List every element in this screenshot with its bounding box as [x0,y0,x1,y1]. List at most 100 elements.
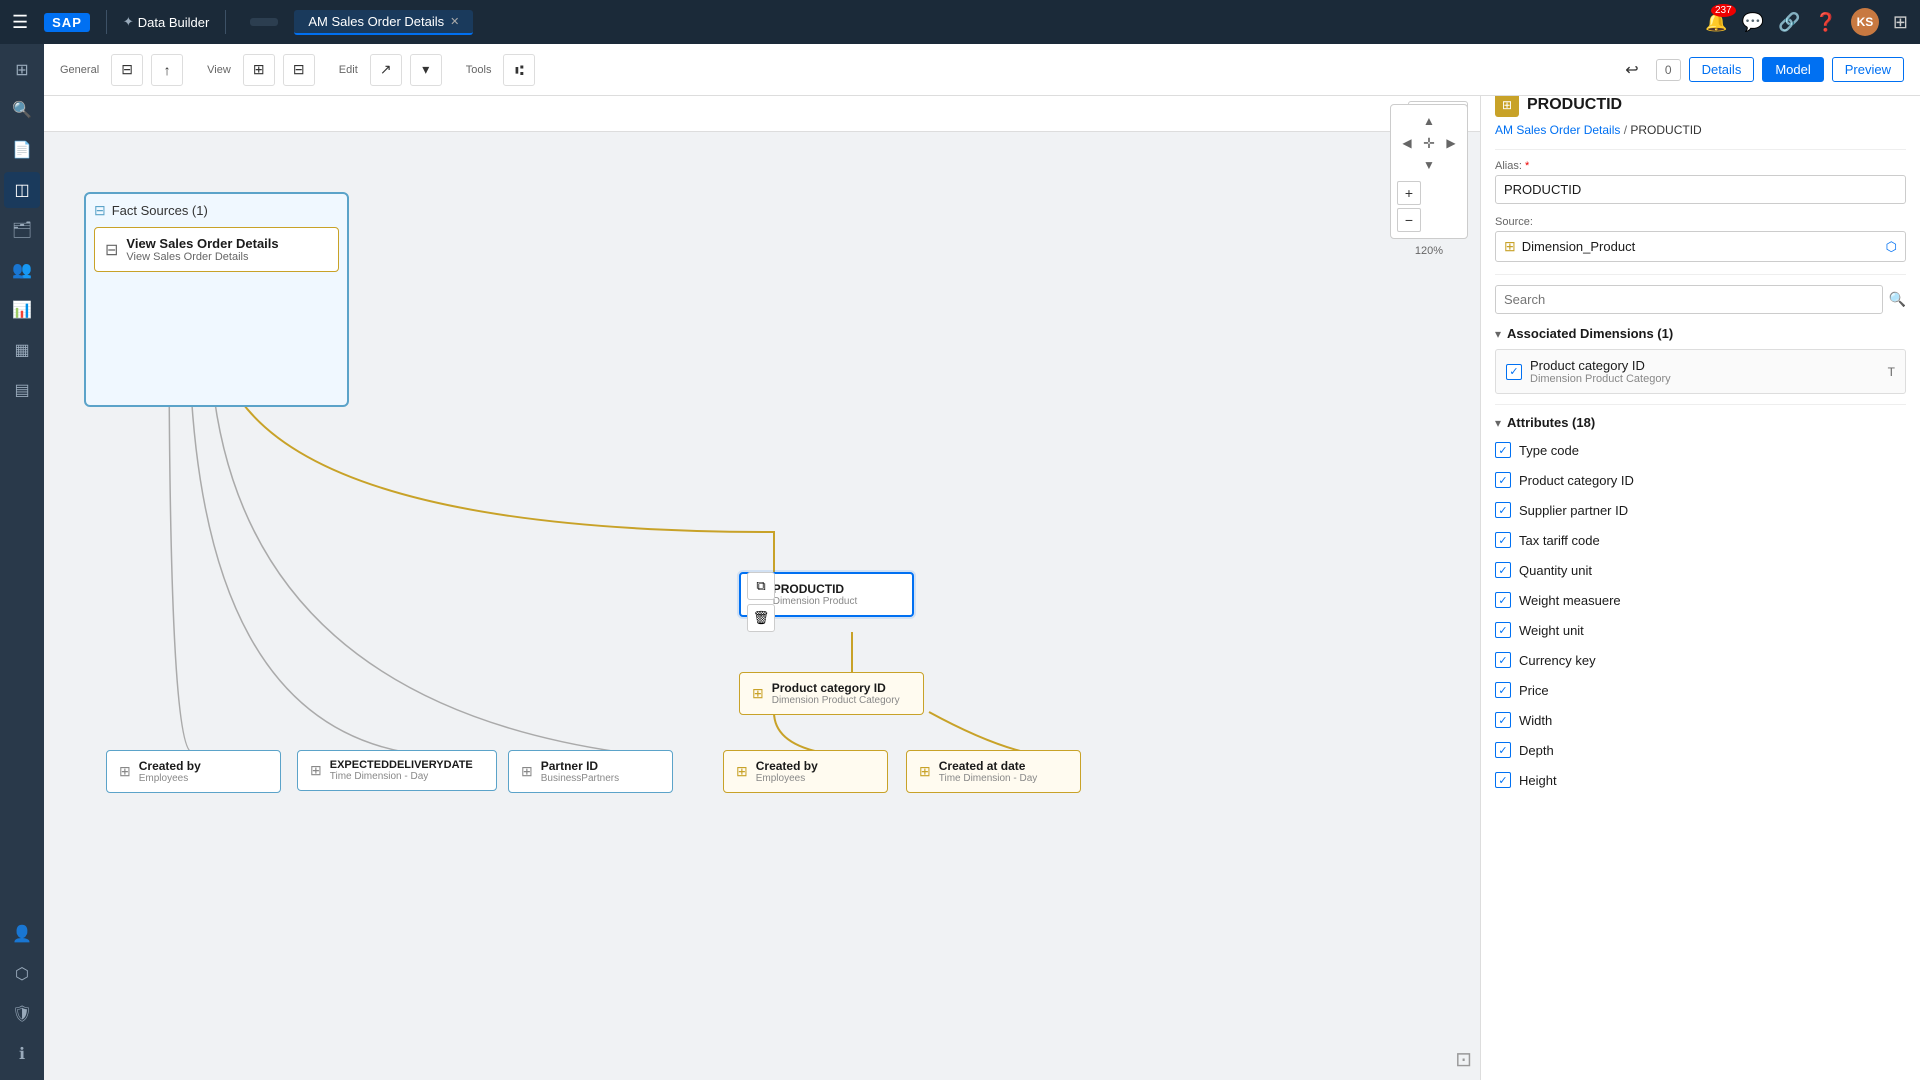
attr-checkbox[interactable]: ✓ [1495,442,1511,458]
created-by2-sub: Employees [756,773,818,784]
nav-center[interactable]: ✛ [1419,133,1439,153]
view-sales-order-card[interactable]: ⊟ View Sales Order Details View Sales Or… [94,227,339,272]
table-btn[interactable]: ⊟ [111,54,143,86]
sidebar-icon-person[interactable]: 👤 [4,916,40,952]
attr-item[interactable]: ✓ Price [1495,678,1906,702]
model-btn[interactable]: Model [1762,57,1823,82]
created-by2-node[interactable]: ⊞ Created by Employees [723,750,888,793]
share-icon[interactable]: 🔗 [1778,12,1800,33]
undo-btn[interactable]: ↩ [1616,54,1648,86]
attr-section-title: Attributes (18) [1507,415,1595,430]
search-icon[interactable]: 🔍 [1889,291,1906,308]
attr-item[interactable]: ✓ Product category ID [1495,468,1906,492]
nav-left[interactable]: ◀ [1397,133,1417,153]
share-tools-btn[interactable]: ⑆ [503,54,535,86]
right-panel: AM Sales Order Details Properties ⤢ ⊞ PR… [1480,44,1920,1080]
node-delete-btn[interactable]: 🗑 [747,604,775,632]
export-btn[interactable]: ↗ [370,54,402,86]
zero-badge[interactable]: 0 [1656,59,1681,81]
notifications[interactable]: 🔔 237 [1705,12,1727,33]
general-group: General ⊟ ↑ [60,54,183,86]
topbar-active-tab[interactable]: AM Sales Order Details ✕ [294,10,473,35]
attr-checkbox[interactable]: ✓ [1495,502,1511,518]
created-at-sub: Time Dimension - Day [939,773,1038,784]
minimap-icon[interactable]: ⊡ [1455,1049,1472,1071]
alias-label: Alias: * [1495,160,1906,172]
attr-item[interactable]: ✓ Width [1495,708,1906,732]
assoc-t-btn[interactable]: T [1888,365,1895,379]
search-input[interactable] [1495,285,1883,314]
sidebar-icon-share[interactable]: ⬡ [4,956,40,992]
sidebar-icon-table[interactable]: ▤ [4,372,40,408]
attr-checkbox[interactable]: ✓ [1495,772,1511,788]
attr-checkbox[interactable]: ✓ [1495,562,1511,578]
sidebar-icon-grid2[interactable]: ▦ [4,332,40,368]
source-field-row: Source: ⊞ Dimension_Product ⬡ [1495,216,1906,262]
zoom-in-btn[interactable]: + [1397,181,1421,205]
nav-right[interactable]: ▶ [1441,133,1461,153]
expected-del-icon: ⊞ [310,762,322,779]
close-tab-icon[interactable]: ✕ [450,15,459,28]
nav-down[interactable]: ▼ [1419,155,1439,175]
sidebar-icon-home[interactable]: ⊞ [4,52,40,88]
partner-id-node[interactable]: ⊞ Partner ID BusinessPartners [508,750,673,793]
attr-item[interactable]: ✓ Supplier partner ID [1495,498,1906,522]
sidebar-icon-search[interactable]: 🔍 [4,92,40,128]
attr-label: Currency key [1519,653,1596,668]
attr-item[interactable]: ✓ Depth [1495,738,1906,762]
panel-body: ⊞ PRODUCTID AM Sales Order Details / PRO… [1481,81,1920,1080]
details-btn[interactable]: Details [1689,57,1755,82]
secondary-toolbar: General ⊟ ↑ View ⊞ ⊟ Edit ↗ ▾ Tools ⑆ ↩ … [44,44,1920,96]
assoc-dimensions-section[interactable]: ▾ Associated Dimensions (1) [1495,326,1906,341]
created-by1-node[interactable]: ⊞ Created by Employees [106,750,281,793]
attr-checkbox[interactable]: ✓ [1495,712,1511,728]
attr-item[interactable]: ✓ Tax tariff code [1495,528,1906,552]
nav-up[interactable]: ▲ [1419,111,1439,131]
assoc-checkbox[interactable]: ✓ [1506,364,1522,380]
attr-item[interactable]: ✓ Type code [1495,438,1906,462]
attr-item[interactable]: ✓ Height [1495,768,1906,792]
attr-checkbox[interactable]: ✓ [1495,472,1511,488]
sidebar-icon-db[interactable]: ◫ [4,172,40,208]
breadcrumb-parent[interactable]: AM Sales Order Details [1495,123,1620,137]
alias-input[interactable] [1495,175,1906,204]
attributes-section[interactable]: ▾ Attributes (18) [1495,415,1906,430]
sidebar-icon-users[interactable]: 👥 [4,252,40,288]
hamburger-menu[interactable]: ☰ [12,12,28,33]
sidebar-icon-shield[interactable]: 🛡 [4,996,40,1032]
export-dropdown-btn[interactable]: ▾ [410,54,442,86]
sidebar-icon-chart[interactable]: 📊 [4,292,40,328]
attr-label: Type code [1519,443,1579,458]
assoc-item[interactable]: ✓ Product category ID Dimension Product … [1495,349,1906,394]
attr-checkbox[interactable]: ✓ [1495,532,1511,548]
sidebar-icon-layers[interactable]: 🗂 [4,212,40,248]
node-copy-btn[interactable]: ⧉ [747,572,775,600]
attr-checkbox[interactable]: ✓ [1495,652,1511,668]
product-category-node[interactable]: ⊞ Product category ID Dimension Product … [739,672,924,715]
chat-icon[interactable]: 💬 [1742,12,1764,33]
attr-item[interactable]: ✓ Weight measuere [1495,588,1906,612]
created-by2-icon: ⊞ [736,763,748,780]
topbar-unnamed-tab[interactable] [250,18,278,26]
attr-checkbox[interactable]: ✓ [1495,682,1511,698]
attr-item[interactable]: ✓ Weight unit [1495,618,1906,642]
zoom-out-btn[interactable]: − [1397,208,1421,232]
hierarchy-btn[interactable]: ⊞ [243,54,275,86]
attr-checkbox[interactable]: ✓ [1495,742,1511,758]
grid-view-btn[interactable]: ⊟ [283,54,315,86]
grid-icon[interactable]: ⊞ [1893,12,1908,33]
arrow-btn[interactable]: ↑ [151,54,183,86]
help-icon[interactable]: ❓ [1814,12,1836,33]
attr-checkbox[interactable]: ✓ [1495,592,1511,608]
attr-checkbox[interactable]: ✓ [1495,622,1511,638]
sidebar-icon-docs[interactable]: 📄 [4,132,40,168]
source-link-icon[interactable]: ⬡ [1886,239,1897,255]
sidebar-icon-info[interactable]: ℹ [4,1036,40,1072]
attr-item[interactable]: ✓ Quantity unit [1495,558,1906,582]
expected-del-node[interactable]: ⊞ EXPECTEDDELIVERYDATE Time Dimension - … [297,750,497,791]
attr-item[interactable]: ✓ Currency key [1495,648,1906,672]
user-avatar[interactable]: KS [1851,8,1879,36]
preview-btn[interactable]: Preview [1832,57,1904,82]
sap-logo: SAP [44,13,90,32]
created-at-node[interactable]: ⊞ Created at date Time Dimension - Day [906,750,1081,793]
